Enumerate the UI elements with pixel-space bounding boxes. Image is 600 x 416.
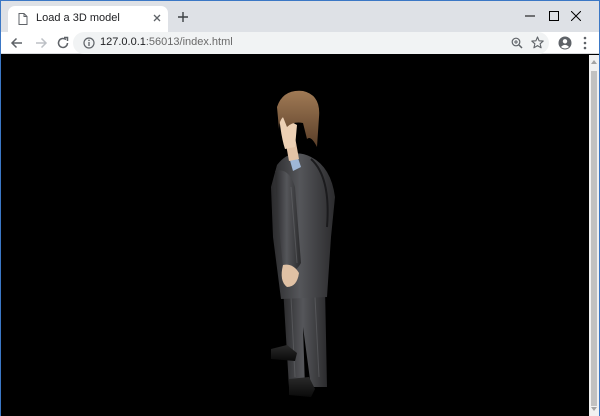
tab-load-a-3d-model[interactable]: Load a 3D model [8,6,168,32]
address-bar[interactable]: 127.0.0.1:56013/index.html [73,32,549,54]
plus-icon[interactable] [177,11,189,23]
zoom-icon[interactable] [511,37,523,49]
scroll-up-arrow-icon[interactable] [591,59,597,65]
tab-title: Load a 3D model [36,12,120,24]
3d-viewport[interactable] [1,55,589,416]
3d-character-model [271,90,335,397]
url-host: 127.0.0.1 [100,36,146,48]
scroll-thumb[interactable] [591,71,597,406]
title-bar: Load a 3D model [1,1,599,32]
arrow-left-icon[interactable] [10,36,24,50]
close-icon[interactable] [151,12,163,24]
scroll-down-arrow-icon[interactable] [591,406,597,412]
browser-toolbar: 127.0.0.1:56013/index.html [1,32,599,54]
arrow-right-icon[interactable] [34,36,48,50]
browser-window: Load a 3D model 127.0.0.1:56013/index.ht… [0,0,600,416]
url-path: :56013/index.html [145,36,233,48]
three-dots-icon[interactable] [583,36,587,50]
close-window-button[interactable] [553,1,599,32]
page-icon [18,13,28,25]
account-icon[interactable] [558,36,572,50]
url-text: 127.0.0.1:56013/index.html [100,36,233,48]
star-icon[interactable] [531,36,544,49]
close-icon [571,11,581,21]
info-icon[interactable] [83,37,95,49]
reload-icon[interactable] [56,36,70,50]
vertical-scrollbar[interactable] [589,55,599,416]
